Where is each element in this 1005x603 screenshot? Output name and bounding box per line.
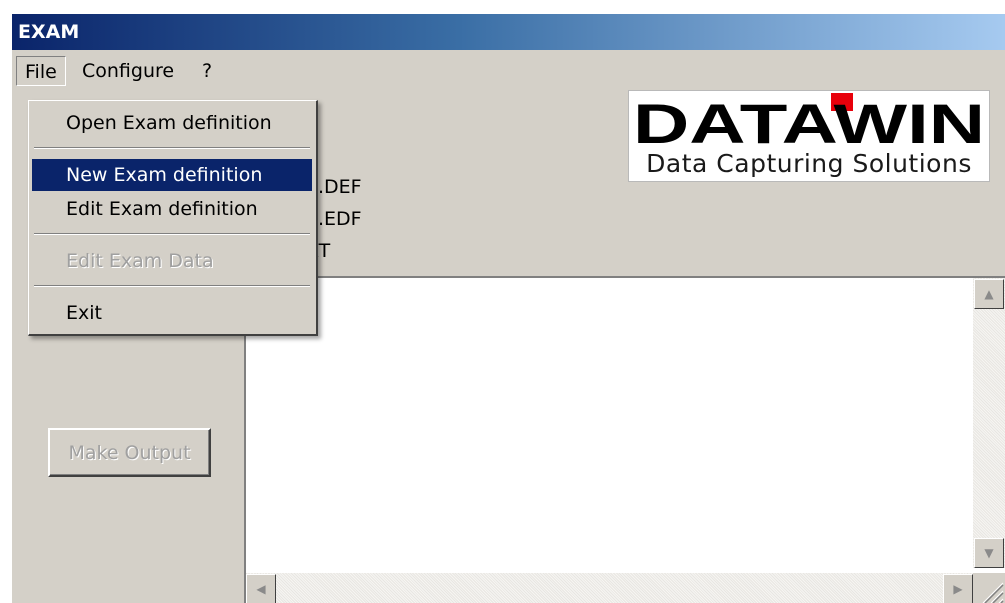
menu-configure[interactable]: Configure: [74, 56, 182, 86]
menu-bar: File Configure ?: [12, 54, 1005, 86]
menu-file[interactable]: File: [16, 56, 66, 86]
menu-item-open-exam-definition[interactable]: Open Exam definition: [32, 107, 312, 139]
logo-mark: DATAWIN: [633, 92, 985, 149]
logo-tagline: Data Capturing Solutions: [646, 149, 972, 178]
menu-item-edit-exam-definition[interactable]: Edit Exam definition: [32, 193, 312, 225]
menu-item-edit-exam-data: Edit Exam Data: [66, 250, 214, 272]
title-bar[interactable]: EXAM: [12, 14, 1005, 50]
file-menu-dropdown: Open Exam definition New Exam definition…: [28, 100, 318, 336]
vertical-scrollbar[interactable]: ▲ ▼: [973, 278, 1005, 568]
scroll-down-button[interactable]: ▼: [974, 538, 1004, 568]
scroll-right-button[interactable]: ▶: [943, 574, 973, 603]
menu-separator: [34, 147, 310, 149]
output-text-area[interactable]: ▲ ▼ ◀ ▶: [244, 276, 1005, 603]
scroll-left-button[interactable]: ◀: [246, 574, 276, 603]
menu-separator: [34, 285, 310, 287]
menu-item-exit[interactable]: Exit: [32, 297, 312, 329]
resize-grip-icon[interactable]: [973, 573, 1005, 603]
window-title: EXAM: [18, 21, 80, 43]
horizontal-scrollbar[interactable]: ◀ ▶: [246, 573, 973, 603]
scroll-up-button[interactable]: ▲: [974, 279, 1004, 309]
exam-window: EXAM File Configure ? DATAWIN Data Captu…: [10, 12, 1005, 603]
logo-brand-text: DATAWIN: [633, 92, 985, 149]
menu-item-new-exam-definition[interactable]: New Exam definition: [32, 159, 312, 191]
menu-separator: [34, 233, 310, 235]
menu-help[interactable]: ?: [194, 56, 220, 86]
make-output-button: Make Output: [48, 428, 211, 477]
datawin-logo: DATAWIN Data Capturing Solutions: [628, 90, 990, 182]
